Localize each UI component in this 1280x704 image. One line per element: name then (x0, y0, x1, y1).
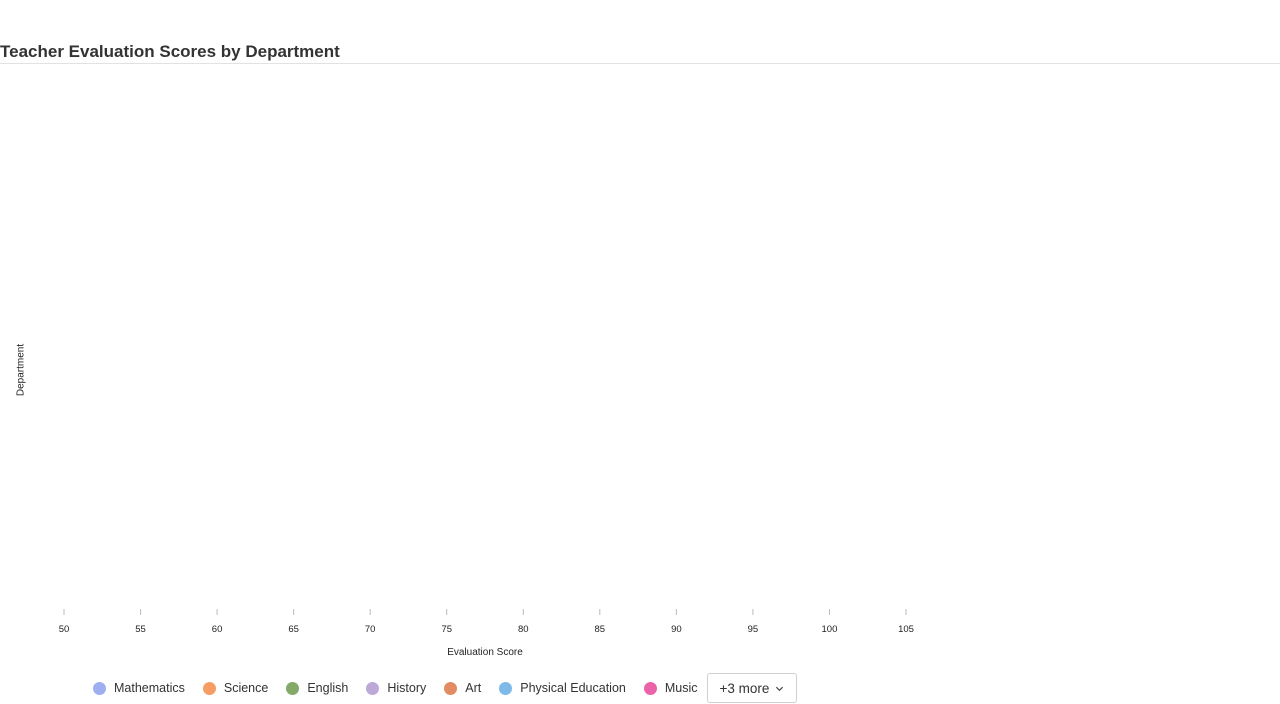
legend-item[interactable]: Art (444, 681, 481, 695)
chevron-down-icon (776, 686, 784, 691)
legend-label: English (307, 681, 349, 695)
x-tick-label: 100 (822, 624, 838, 635)
x-tick-label: 90 (671, 624, 682, 635)
legend-color-dot (643, 681, 657, 695)
legend-label: Science (223, 681, 269, 695)
x-tick-label: 85 (595, 624, 606, 635)
legend-item[interactable]: Physical Education (499, 681, 626, 695)
legend-color-dot (286, 681, 300, 695)
legend-label: Physical Education (520, 681, 626, 695)
chart-legend: Mathematics Science English History Art Physi… (93, 672, 798, 704)
legend-color-dot (499, 681, 513, 695)
x-tick-label: 55 (135, 624, 146, 635)
x-tick-label: 65 (288, 624, 299, 635)
x-tick-label: 95 (748, 624, 759, 635)
legend-color-dot (366, 681, 380, 695)
legend-label: Mathematics (114, 681, 185, 695)
legend-item[interactable]: Music (643, 681, 698, 695)
x-axis-label: Evaluation Score (447, 647, 523, 658)
legend-item[interactable]: English (286, 681, 348, 695)
legend-label: Art (465, 681, 482, 695)
legend-item[interactable]: History (366, 681, 426, 695)
legend-item[interactable]: Mathematics (93, 681, 185, 695)
legend-color-dot (444, 681, 458, 695)
legend-color-dot (93, 681, 106, 695)
x-tick-label: 80 (518, 624, 529, 635)
legend-more-button[interactable]: +3 more (706, 673, 798, 703)
x-tick-label: 50 (59, 624, 70, 635)
x-tick-label: 75 (441, 624, 452, 635)
legend-item[interactable]: Science (202, 681, 269, 695)
legend-label: History (387, 681, 427, 695)
legend-more-label: +3 more (719, 680, 770, 696)
legend-color-dot (202, 681, 216, 695)
x-tick-label: 60 (212, 624, 223, 635)
x-tick-label: 70 (365, 624, 376, 635)
x-tick-label: 105 (898, 624, 914, 635)
chart-plot-area: 50 55 60 65 70 75 80 85 90 95 100 105 (59, 609, 914, 635)
legend-label: Music (664, 681, 698, 695)
